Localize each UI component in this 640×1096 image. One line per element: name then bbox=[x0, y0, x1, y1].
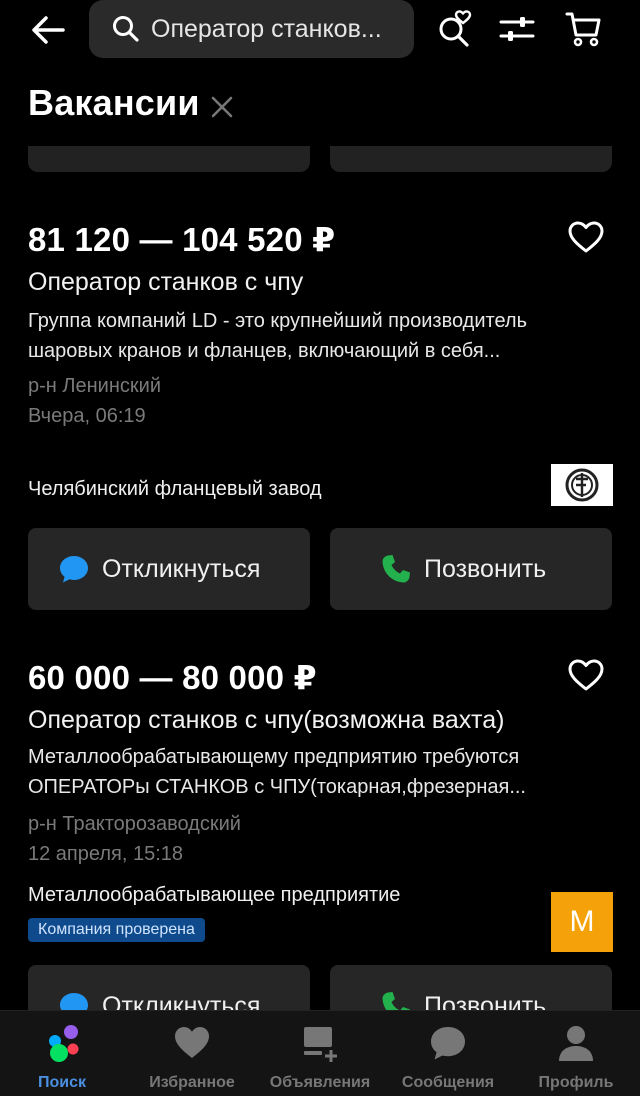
heart-icon bbox=[175, 1027, 209, 1058]
avito-dots-icon bbox=[49, 1025, 79, 1062]
verified-badge: Компания проверена bbox=[28, 918, 205, 942]
cart-icon bbox=[565, 12, 601, 47]
respond-button[interactable]: Откликнуться bbox=[28, 528, 310, 610]
search-text: Оператор станков... bbox=[151, 14, 382, 43]
company-name[interactable]: Челябинский фланцевый завод bbox=[28, 478, 322, 501]
listings-add-icon bbox=[304, 1027, 337, 1062]
nav-item-favorites[interactable]: Избранное bbox=[128, 1011, 256, 1096]
vacancy-title[interactable]: Оператор станков с чпу bbox=[28, 268, 303, 297]
nav-label: Избранное bbox=[149, 1074, 235, 1091]
heart-search-icon bbox=[439, 10, 472, 47]
vacancy-salary: 81 120 — 104 520 ₽ bbox=[28, 221, 336, 258]
company-logo[interactable]: М bbox=[551, 892, 613, 952]
heart-icon[interactable] bbox=[566, 218, 606, 258]
nav-item-listings[interactable]: Объявления bbox=[256, 1011, 384, 1096]
vacancy-district: р-н Тракторозаводский bbox=[28, 813, 241, 835]
saved-search-button[interactable] bbox=[434, 8, 476, 50]
vacancy-district: р-н Ленинский bbox=[28, 375, 161, 397]
top-bar: Оператор станков... bbox=[0, 0, 640, 62]
vacancy-salary: 60 000 — 80 000 ₽ bbox=[28, 659, 317, 696]
respond-label: Откликнуться bbox=[102, 554, 261, 583]
company-name[interactable]: Металлообрабатывающее предприятие bbox=[28, 884, 400, 907]
chat-bubble-icon bbox=[431, 1027, 465, 1060]
chat-bubble-icon bbox=[60, 556, 88, 583]
search-icon bbox=[113, 16, 139, 42]
nav-label: Профиль bbox=[538, 1074, 614, 1091]
nav-label: Сообщения bbox=[401, 1074, 495, 1091]
vacancy-description: Группа компаний LD - это крупнейший прои… bbox=[28, 310, 528, 362]
vacancy-title[interactable]: Оператор станков с чпу(возможна вахта) bbox=[28, 706, 504, 735]
previous-respond-button[interactable] bbox=[28, 146, 310, 172]
company-logo[interactable] bbox=[551, 464, 613, 506]
page-title: Вакансии bbox=[28, 82, 200, 123]
sliders-icon bbox=[499, 17, 535, 41]
call-button[interactable]: Позвонить bbox=[330, 528, 612, 610]
heart-icon[interactable] bbox=[566, 656, 606, 696]
company-logo-image bbox=[565, 468, 599, 502]
nav-label: Объявления bbox=[269, 1074, 371, 1091]
close-icon[interactable] bbox=[209, 94, 235, 120]
back-button[interactable] bbox=[26, 8, 70, 52]
cart-button[interactable] bbox=[563, 8, 605, 50]
previous-call-button[interactable] bbox=[330, 146, 612, 172]
vacancy-description: Металлообрабатывающему предприятию требу… bbox=[28, 746, 526, 798]
search-input[interactable]: Оператор станков... bbox=[89, 0, 414, 58]
nav-item-search[interactable]: Поиск bbox=[0, 1011, 128, 1096]
vacancy-date: Вчера, 06:19 bbox=[28, 405, 146, 427]
bottom-navigation: Поиск Избранное Объявления Сообщения Про… bbox=[0, 1010, 640, 1096]
vacancy-date: 12 апреля, 15:18 bbox=[28, 843, 183, 865]
filters-button[interactable] bbox=[496, 8, 538, 50]
user-icon bbox=[559, 1026, 593, 1061]
nav-item-messages[interactable]: Сообщения bbox=[384, 1011, 512, 1096]
nav-label: Поиск bbox=[37, 1074, 86, 1091]
phone-icon bbox=[382, 555, 410, 583]
nav-item-profile[interactable]: Профиль bbox=[512, 1011, 640, 1096]
call-label: Позвонить bbox=[424, 554, 547, 583]
arrow-left-icon bbox=[32, 16, 65, 44]
